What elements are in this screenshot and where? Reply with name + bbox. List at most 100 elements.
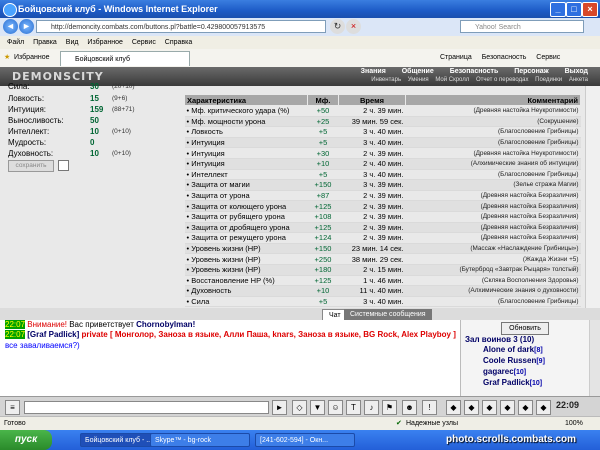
menu-edit[interactable]: Правка: [33, 39, 57, 46]
subnav-profile[interactable]: Анкета: [569, 77, 588, 83]
filter-icon[interactable]: ▼: [310, 400, 325, 415]
menu-favorites[interactable]: Избранное: [87, 39, 122, 46]
effect-name: • Сила: [184, 296, 308, 308]
nav-communication[interactable]: Общение: [402, 68, 434, 75]
effect-time: 1 ч. 46 мин.: [338, 275, 406, 287]
table-row: • Ловкость +5 3 ч. 40 мин. (Благословение Г…: [184, 126, 581, 138]
save-button[interactable]: сохранить: [8, 160, 54, 172]
action-icon-5[interactable]: ◆: [518, 400, 533, 415]
emoticon-icon[interactable]: ☻: [402, 400, 417, 415]
tab-system-messages[interactable]: Системные сообщения: [344, 309, 432, 320]
stats-panel: Сила: 30 (20+10) Ловкость: 15 (9+6) Интуиция…: [0, 82, 180, 308]
menu-help[interactable]: Справка: [165, 39, 192, 46]
effect-comment: (Древняя настойка Безразличия): [405, 222, 581, 234]
browser-tab[interactable]: Бойцовский клуб: [60, 51, 190, 66]
effect-comment: (Зелье стража Магии): [405, 179, 581, 191]
effect-mf: +5: [307, 169, 339, 181]
menu-tools[interactable]: Сервис: [132, 39, 156, 46]
effect-name: • Защита от режущего урона: [184, 232, 308, 244]
address-toolbar: ◄ ► http://demoncity.combats.com/buttons…: [0, 18, 600, 36]
effect-name: • Мф. критического удара (%): [184, 105, 308, 117]
smiles-icon[interactable]: ☺: [328, 400, 343, 415]
online-user[interactable]: Coole Russen[9]: [483, 356, 545, 365]
online-user[interactable]: Alone of dark[8]: [483, 345, 543, 354]
effect-time: 2 ч. 40 мин.: [338, 158, 406, 170]
menu-view[interactable]: Вид: [66, 39, 79, 46]
minimize-button[interactable]: _: [550, 2, 566, 17]
action-icon-6[interactable]: ◆: [536, 400, 551, 415]
effect-mf: +5: [307, 137, 339, 149]
save-checkbox[interactable]: [58, 160, 69, 171]
table-row: • Уровень жизни (HP) +180 2 ч. 15 мин. (Бут…: [184, 264, 581, 276]
stop-icon[interactable]: ×: [346, 19, 361, 34]
action-icon-3[interactable]: ◆: [482, 400, 497, 415]
effect-mf: +50: [307, 105, 339, 117]
clear-icon[interactable]: ◇: [292, 400, 307, 415]
chat-timestamp: 22:07: [5, 330, 26, 340]
online-user[interactable]: Graf Padlick[10]: [483, 378, 542, 387]
effect-name: • Защита от магии: [184, 179, 308, 191]
check-icon: ✔: [396, 420, 402, 427]
menu-file[interactable]: Файл: [7, 39, 24, 46]
stat-row: Мудрость: 0: [8, 138, 95, 147]
action-icon-4[interactable]: ◆: [500, 400, 515, 415]
subnav-inventory[interactable]: Инвентарь: [371, 77, 401, 83]
alert-icon[interactable]: !: [422, 400, 437, 415]
search-input[interactable]: Yahoo! Search: [460, 20, 584, 33]
status-text: Готово: [4, 420, 26, 427]
effect-comment: (Жажда Жизни +5): [405, 253, 581, 265]
room-title: Зал воинов 3 (10): [465, 335, 535, 344]
tools-menu[interactable]: Сервис: [536, 54, 560, 61]
chat-username[interactable]: Chornobylman!: [136, 320, 195, 329]
chat-input[interactable]: [24, 401, 269, 414]
chat-message: 22:07 [Graf Padlick] private [ Монголор,…: [5, 330, 460, 351]
online-panel: Обновить Зал воинов 3 (10) Alone of dark…: [460, 320, 600, 396]
send-icon[interactable]: ►: [272, 400, 287, 415]
table-row: • Защита от дробящего урона +125 2 ч. 39 м…: [184, 222, 581, 234]
nav-knowledge[interactable]: Знания: [361, 68, 386, 75]
header-comment: Комментарий: [405, 94, 581, 106]
favorites-button[interactable]: Избранное: [14, 54, 49, 61]
security-menu[interactable]: Безопасность: [482, 54, 527, 61]
effect-time: 3 ч. 40 мин.: [338, 296, 406, 308]
page-scrollbar[interactable]: [585, 86, 600, 308]
back-button[interactable]: ◄: [3, 19, 18, 34]
effect-mf: +30: [307, 147, 339, 159]
close-button[interactable]: ×: [582, 2, 598, 17]
nav-security[interactable]: Безопасность: [450, 68, 499, 75]
page-menu[interactable]: Страница: [440, 54, 472, 61]
chat-recipients[interactable]: Монголор, Заноза в языке, Алли Паша, kna…: [115, 330, 451, 339]
star-icon[interactable]: ★: [4, 53, 10, 61]
chat-mode-icon[interactable]: ⚑: [382, 400, 397, 415]
forward-button[interactable]: ►: [19, 19, 34, 34]
action-icon-1[interactable]: ◆: [446, 400, 461, 415]
zoom-level[interactable]: 100%: [565, 417, 583, 431]
nav-exit[interactable]: Выход: [565, 68, 588, 75]
address-input[interactable]: http://demoncity.combats.com/buttons.pl?…: [36, 20, 326, 33]
subnav-battles[interactable]: Поединки: [535, 77, 562, 83]
online-user[interactable]: gagarec[10]: [483, 367, 526, 376]
effect-time: 3 ч. 40 мин.: [338, 169, 406, 181]
ie-icon: [3, 3, 17, 17]
action-icon-2[interactable]: ◆: [464, 400, 479, 415]
effect-mf: +125: [307, 275, 339, 287]
maximize-button[interactable]: □: [566, 2, 582, 17]
sound-icon[interactable]: ♪: [364, 400, 379, 415]
effect-comment: (Древняя настойка Безразличия): [405, 211, 581, 223]
task-window[interactable]: [241-602-594] - Окн...: [255, 433, 355, 447]
effect-comment: (Древняя настойка Неукротимости): [405, 105, 581, 117]
chat-sender[interactable]: [Graf Padlick]: [27, 330, 79, 339]
refresh-button[interactable]: Обновить: [501, 322, 549, 335]
refresh-icon[interactable]: ↻: [330, 19, 345, 34]
subnav-skills[interactable]: Умения: [408, 77, 429, 83]
subnav-transfers[interactable]: Отчет о переводах: [476, 77, 529, 83]
effect-mf: +150: [307, 243, 339, 255]
task-skype[interactable]: Skype™ - bg-rock: [150, 433, 250, 447]
online-scrollbar[interactable]: [589, 320, 600, 396]
effect-name: • Защита от колющего урона: [184, 200, 308, 212]
nav-character[interactable]: Персонаж: [514, 68, 548, 75]
translit-icon[interactable]: T: [346, 400, 361, 415]
subnav-scroll[interactable]: Мой Скролл: [435, 77, 469, 83]
menu-icon[interactable]: ≡: [5, 400, 20, 415]
start-button[interactable]: пуск: [0, 430, 52, 450]
